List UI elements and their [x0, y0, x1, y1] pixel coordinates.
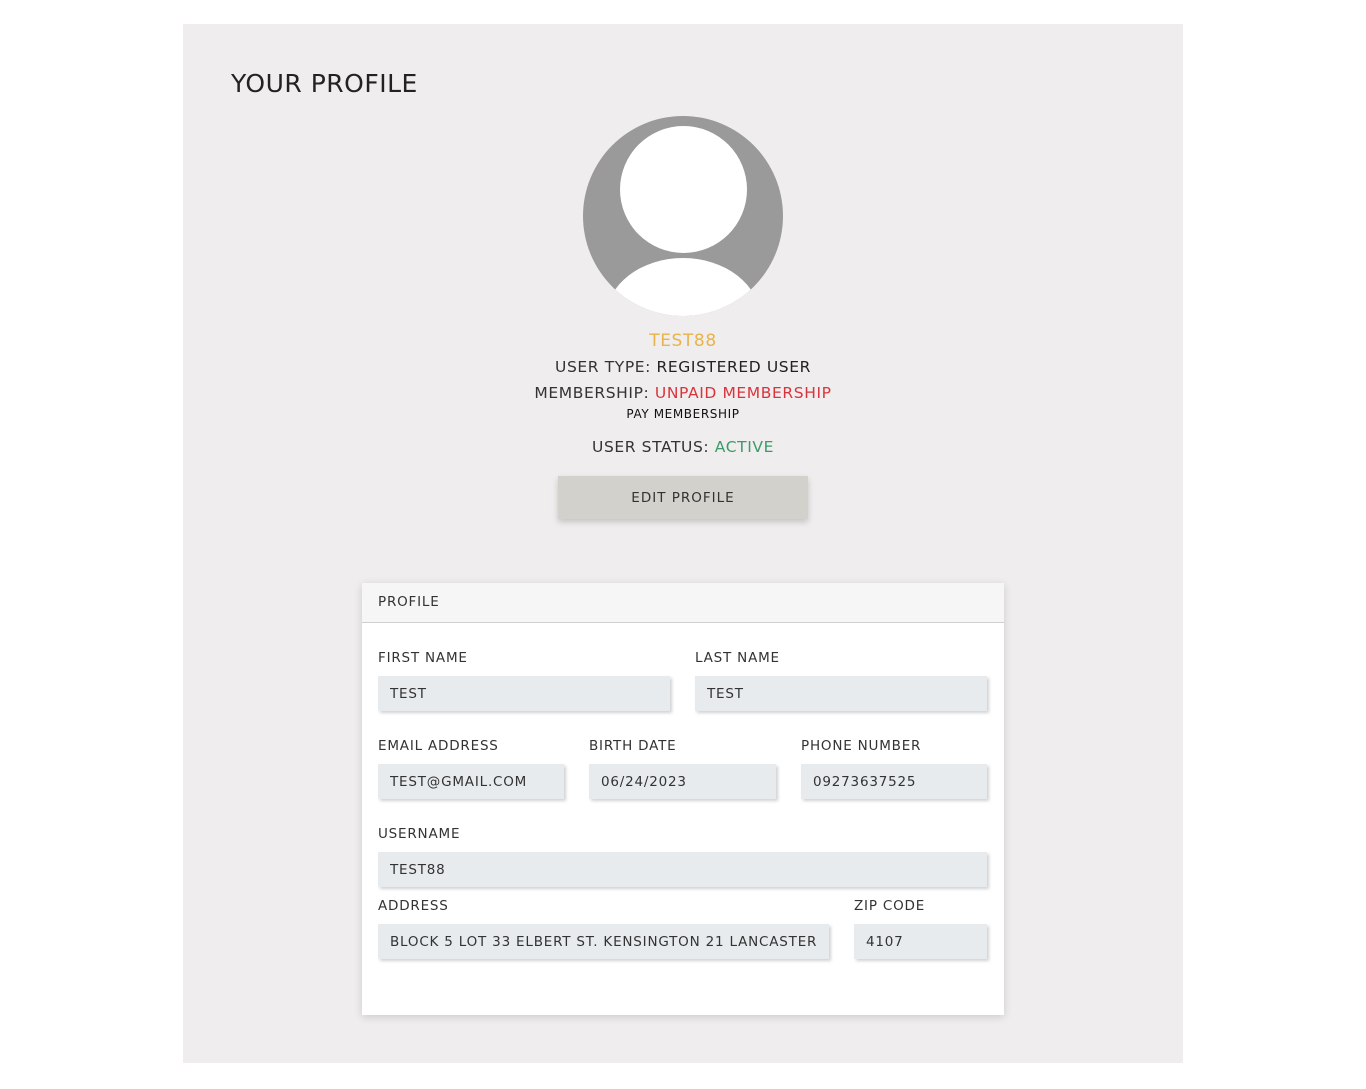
email-label: EMAIL ADDRESS [378, 738, 499, 754]
avatar-body [606, 258, 760, 316]
address-label: ADDRESS [378, 898, 449, 914]
membership: MEMBERSHIP: UNPAID MEMBERSHIP [183, 382, 1183, 404]
edit-profile-button[interactable]: EDIT PROFILE [558, 476, 808, 519]
pay-membership-link[interactable]: PAY MEMBERSHIP [183, 406, 1183, 422]
user-type-label: USER TYPE: [555, 358, 652, 376]
user-status: USER STATUS: ACTIVE [183, 436, 1183, 458]
phone-number-field[interactable] [801, 764, 987, 799]
zip-code-field[interactable] [854, 924, 987, 959]
birth-date-label: BIRTH DATE [589, 738, 677, 754]
user-status-label: USER STATUS: [592, 438, 710, 456]
avatar-head [620, 126, 747, 253]
user-type-value: REGISTERED USER [656, 358, 811, 376]
username-label: USERNAME [378, 826, 461, 842]
profile-card-title: PROFILE [378, 594, 440, 610]
profile-page: YOUR PROFILE TEST88 USER TYPE: REGISTERE… [183, 24, 1183, 1063]
profile-username: TEST88 [649, 331, 717, 351]
last-name-label: LAST NAME [695, 650, 780, 666]
first-name-label: FIRST NAME [378, 650, 468, 666]
membership-label: MEMBERSHIP: [534, 384, 650, 402]
address-field[interactable] [378, 924, 829, 959]
username-field[interactable] [378, 852, 987, 887]
membership-value: UNPAID MEMBERSHIP [654, 384, 832, 402]
avatar-icon [583, 116, 783, 316]
user-type: USER TYPE: REGISTERED USER [183, 356, 1183, 378]
last-name-field[interactable] [695, 676, 987, 711]
birth-date-field[interactable] [589, 764, 776, 799]
zip-code-label: ZIP CODE [854, 898, 926, 914]
page-title: YOUR PROFILE [231, 69, 418, 98]
phone-number-label: PHONE NUMBER [801, 738, 922, 754]
profile-card: PROFILE FIRST NAME LAST NAME EMAIL ADDRE… [362, 583, 1004, 1015]
email-field[interactable] [378, 764, 564, 799]
profile-card-header: PROFILE [362, 583, 1004, 623]
first-name-field[interactable] [378, 676, 670, 711]
user-status-value: ACTIVE [714, 438, 774, 456]
